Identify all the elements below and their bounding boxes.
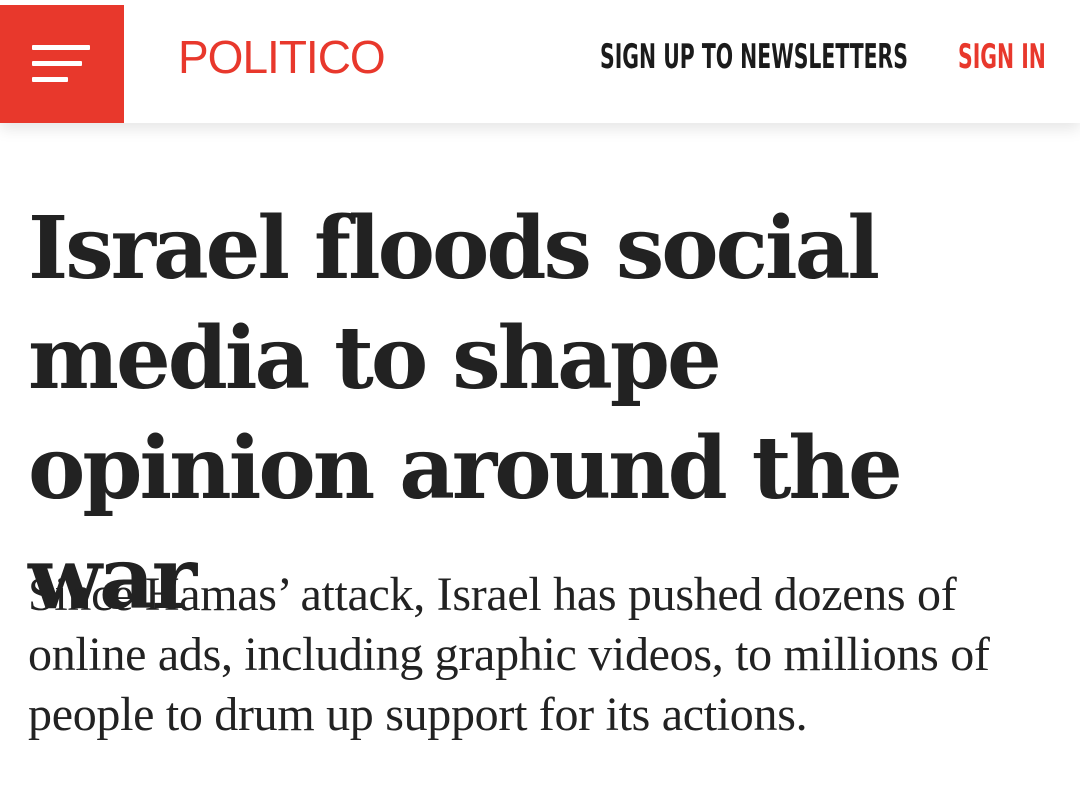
sign-in-link[interactable]: SIGN IN bbox=[958, 40, 1046, 74]
newsletters-link[interactable]: SIGN UP TO NEWSLETTERS bbox=[600, 40, 908, 74]
menu-button[interactable] bbox=[0, 5, 124, 123]
site-header: POLITICO SIGN UP TO NEWSLETTERS SIGN IN bbox=[0, 0, 1080, 123]
politico-logo[interactable]: POLITICO bbox=[178, 34, 386, 80]
article-dek: Since Hamas’ attack, Israel has pushed d… bbox=[28, 568, 990, 741]
article-page: POLITICO SIGN UP TO NEWSLETTERS SIGN IN … bbox=[0, 0, 1080, 798]
